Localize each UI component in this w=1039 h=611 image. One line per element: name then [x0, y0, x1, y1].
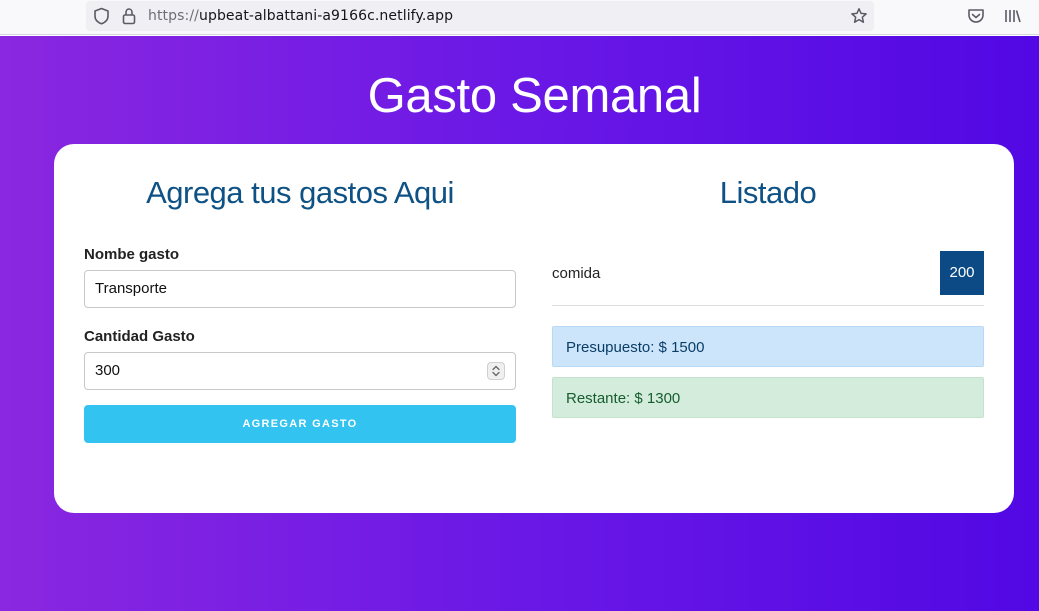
expense-amount-input[interactable]: 300: [84, 352, 516, 390]
url-scheme: https://: [148, 8, 199, 24]
expense-amount-value: 300: [95, 362, 121, 379]
expense-name-value: Transporte: [95, 280, 167, 297]
address-bar[interactable]: https://upbeat-albattani-a9166c.netlify.…: [86, 1, 874, 31]
expense-amount-label: Cantidad Gasto: [84, 328, 195, 345]
lock-icon[interactable]: [121, 7, 137, 25]
list-title: Listado: [719, 175, 817, 210]
expense-item-amount-badge: 200: [940, 251, 984, 295]
expense-item-name: comida: [552, 265, 601, 282]
remaining-alert: Restante: $ 1300: [552, 377, 984, 418]
page-background: Gasto Semanal Agrega tus gastos Aqui Nom…: [0, 36, 1039, 611]
pocket-icon[interactable]: [967, 8, 985, 24]
add-expense-button[interactable]: Agregar Gasto: [84, 405, 516, 443]
budget-alert: Presupuesto: $ 1500: [552, 326, 984, 367]
expense-name-label: Nombe gasto: [84, 246, 180, 263]
number-spinner[interactable]: [487, 362, 505, 380]
form-title: Agrega tus gastos Aqui: [146, 175, 454, 210]
url-host: upbeat-albattani-a9166c.netlify.app: [198, 8, 454, 24]
library-icon[interactable]: [1004, 8, 1022, 24]
browser-toolbar: https://upbeat-albattani-a9166c.netlify.…: [0, 0, 1039, 35]
main-card: Agrega tus gastos Aqui Nombe gasto Trans…: [54, 144, 1014, 513]
shield-icon[interactable]: [93, 7, 110, 25]
spinner-arrows-icon[interactable]: [488, 363, 504, 379]
url-text[interactable]: https://upbeat-albattani-a9166c.netlify.…: [148, 8, 453, 24]
expense-name-input[interactable]: Transporte: [84, 270, 516, 308]
expense-list-item: comida 200: [552, 251, 984, 306]
bookmark-star-icon[interactable]: [850, 7, 868, 25]
page-title: Gasto Semanal: [367, 69, 702, 123]
